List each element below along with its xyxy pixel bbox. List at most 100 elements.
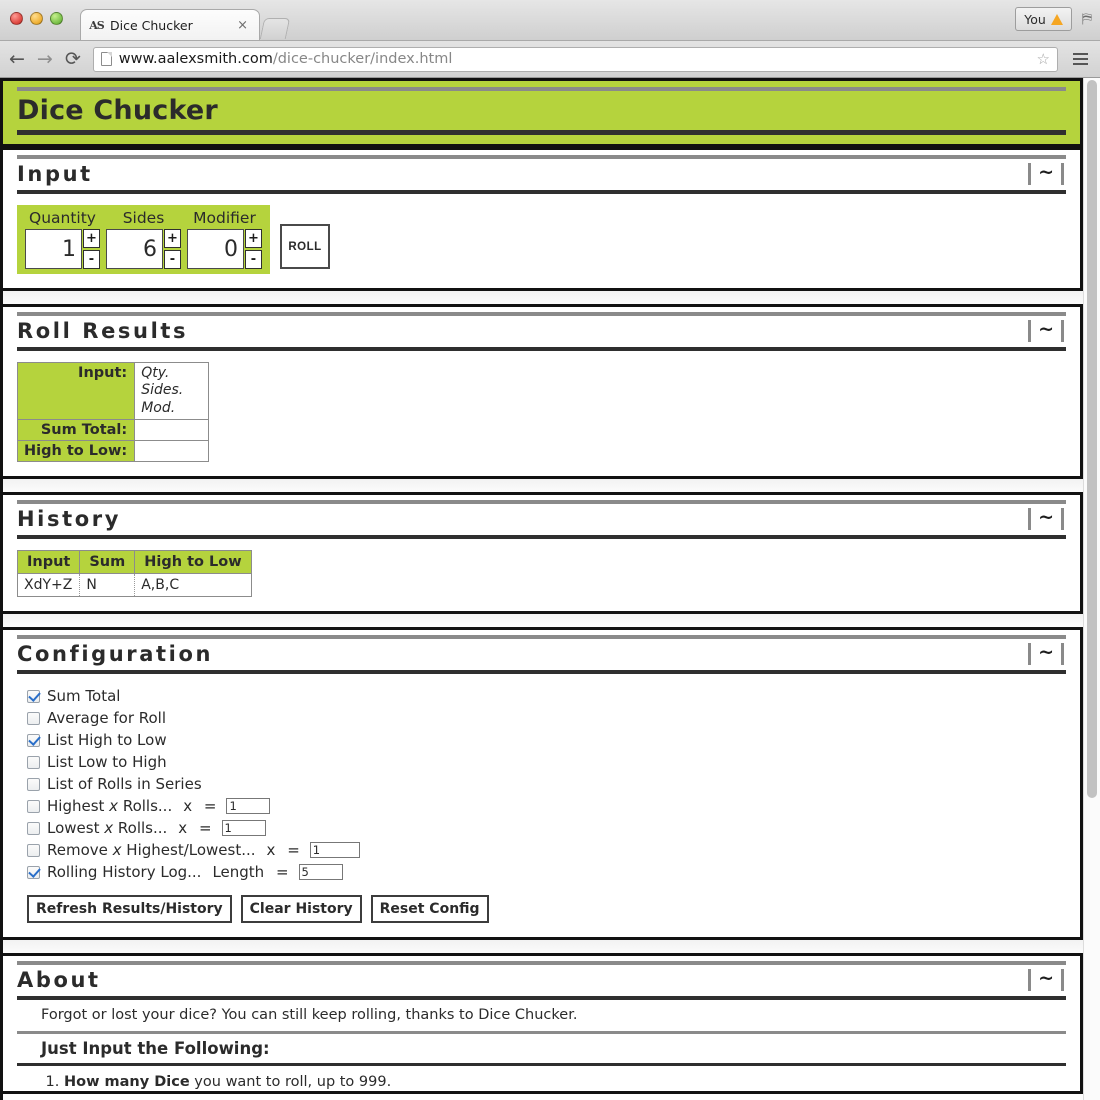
checkbox-list-low-to-high[interactable] [27,755,40,769]
collapse-bar-right [1061,969,1064,992]
checkbox-remove-x-highest-lowest[interactable] [27,843,40,857]
config-label: Sum Total [47,687,121,706]
collapse-toggle-input[interactable]: ~ [1028,162,1066,185]
page-scrollbar[interactable] [1083,78,1100,1100]
collapse-bar-left [1028,643,1032,666]
section-about-title: About [17,968,101,993]
config-option-list-low-to-high[interactable]: List Low to High [27,751,1066,773]
hamburger-menu-icon[interactable] [1070,53,1091,65]
about-subheading: Just Input the Following: [41,1039,270,1059]
section-results-title: Roll Results [17,319,189,343]
section-input-title: Input [17,162,93,186]
config-option-remove-x-highest-lowest[interactable]: Remove x Highest/Lowest... x = [27,839,1066,861]
sides-increment-button[interactable]: + [164,229,181,248]
tilde-icon: ~ [1038,317,1054,340]
checkbox-lowest-x-rolls[interactable] [27,821,40,835]
table-row: Sum Total: [16,419,210,442]
section-input: Input ~ Quantity 1 + - Sides 6 + - Modif… [3,147,1083,291]
modifier-increment-button[interactable]: + [245,229,262,248]
browser-tab-bar: AS Dice Chucker × You ⛿ [0,0,1100,41]
profile-label: You [1024,11,1046,27]
config-option-list-high-to-low[interactable]: List High to Low [27,729,1066,751]
highest-x-var-label: x [183,797,193,816]
quantity-decrement-button[interactable]: - [83,250,100,269]
scrollbar-thumb[interactable] [1087,80,1097,798]
app-header: Dice Chucker [3,78,1083,147]
history-cell-input: XdY+Z [17,573,81,597]
minimize-window-button[interactable] [30,12,43,25]
checkbox-rolling-history-log[interactable] [27,865,40,879]
results-input-value: Qty. Sides. Mod. [134,361,210,421]
config-option-highest-x-rolls[interactable]: Highest x Rolls... x = [27,795,1066,817]
modifier-decrement-button[interactable]: - [245,250,262,269]
maximize-icon[interactable]: ⛿ [1082,11,1092,27]
equals-sign: = [282,841,300,860]
checkbox-list-of-rolls-in-series[interactable] [27,777,40,791]
collapse-toggle-results[interactable]: ~ [1028,317,1066,342]
site-favicon-icon: AS [89,18,104,32]
panel-gap [3,940,1083,954]
collapse-toggle-about[interactable]: ~ [1028,968,1066,992]
lowest-x-rolls-input[interactable] [221,820,266,837]
section-history-header: History ~ [3,495,1080,540]
zoom-window-button[interactable] [50,12,63,25]
reload-icon[interactable]: ⟳ [65,49,81,69]
config-option-lowest-x-rolls[interactable]: Lowest x Rolls... x = [27,817,1066,839]
sides-input[interactable] [106,229,163,269]
close-window-button[interactable] [10,12,23,25]
page-content: Dice Chucker Input ~ Quantity 1 + - Side… [0,78,1083,1100]
new-tab-button[interactable] [259,18,291,39]
lowest-x-var-label: x [178,819,188,838]
page-title: Dice Chucker [17,95,218,126]
page-document-icon [100,52,112,66]
config-label: List Low to High [47,753,167,772]
collapse-toggle-history[interactable]: ~ [1028,507,1066,531]
url-domain: www.aalexsmith.com [118,51,273,67]
config-option-average-for-roll[interactable]: Average for Roll [27,707,1066,729]
remove-x-highest-lowest-input[interactable] [309,842,360,859]
profile-button[interactable]: You [1015,7,1072,31]
quantity-label: Quantity [29,209,96,227]
modifier-stepper: + - [245,229,262,269]
quantity-input[interactable] [25,229,82,269]
history-cell-sum: N [79,573,136,597]
config-buttons: Refresh Results/History Clear History Re… [27,895,1066,924]
results-input-label: Input: [16,361,136,421]
collapse-bar-right [1061,320,1064,342]
config-option-list-of-rolls-in-series[interactable]: List of Rolls in Series [27,773,1066,795]
collapse-bar-left [1028,969,1032,992]
rolling-history-length-input[interactable] [298,864,343,881]
sides-label: Sides [122,209,165,227]
address-bar[interactable]: www.aalexsmith.com/dice-chucker/index.ht… [92,46,1058,72]
back-icon[interactable]: ← [9,49,25,69]
forward-icon[interactable]: → [37,49,53,69]
checkbox-list-high-to-low[interactable] [27,733,40,747]
config-option-sum-total[interactable]: Sum Total [27,685,1066,707]
section-history-title: History [17,507,121,532]
refresh-results-history-button[interactable]: Refresh Results/History [27,895,232,924]
bookmark-star-icon[interactable]: ☆ [1037,50,1050,68]
table-row: High to Low: [16,440,210,463]
checkbox-average-for-roll[interactable] [27,711,40,725]
warning-triangle-icon [1050,13,1063,25]
roll-button[interactable]: ROLL [280,224,330,269]
checkbox-sum-total[interactable] [27,689,40,703]
results-high-to-low-value [134,440,210,463]
field-sides: Sides + - [106,209,181,269]
quantity-increment-button[interactable]: + [83,229,100,248]
clear-history-button[interactable]: Clear History [240,895,362,924]
history-cell-high-to-low: A,B,C [134,573,252,597]
section-input-body: Quantity + - Sides [3,194,1080,288]
section-history: History ~ Input Sum High to Low XdY+Z N … [3,492,1083,615]
collapse-toggle-config[interactable]: ~ [1028,642,1066,666]
browser-tab[interactable]: AS Dice Chucker × [80,9,260,40]
sides-decrement-button[interactable]: - [164,250,181,269]
reset-config-button[interactable]: Reset Config [370,895,489,924]
config-label-text-2: Highest/Lowest... [121,841,256,860]
modifier-input[interactable] [187,229,244,269]
highest-x-rolls-input[interactable] [226,798,271,815]
close-tab-icon[interactable]: × [234,18,251,33]
quantity-stepper: + - [83,229,100,269]
checkbox-highest-x-rolls[interactable] [27,799,40,813]
config-option-rolling-history-log[interactable]: Rolling History Log... Length = [27,861,1066,883]
